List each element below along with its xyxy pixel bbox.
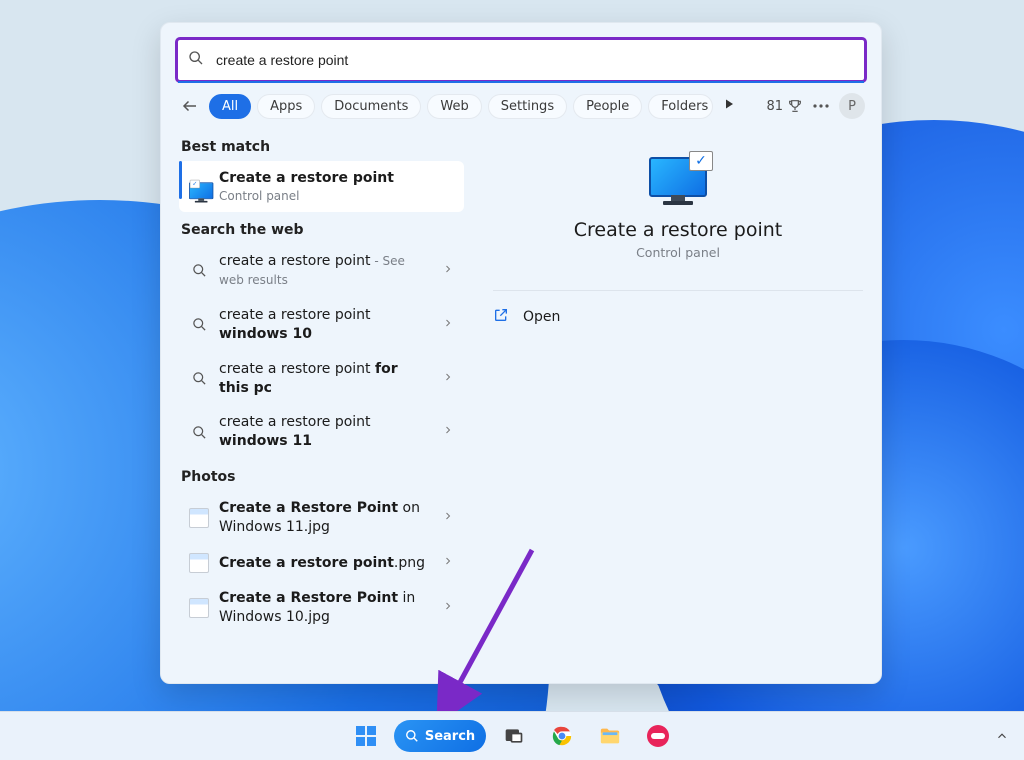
preview-subtitle: Control panel <box>636 245 720 260</box>
filter-settings[interactable]: Settings <box>488 94 567 119</box>
image-thumbnail-icon <box>189 553 209 573</box>
search-icon <box>189 261 209 281</box>
photo-result[interactable]: Create a restore point.png <box>179 545 464 581</box>
taskbar-search-button[interactable]: Search <box>394 720 486 752</box>
photo-result[interactable]: Create a Restore Point on Windows 11.jpg <box>179 491 464 545</box>
chevron-right-icon <box>442 317 454 333</box>
section-search-web: Search the web <box>181 222 464 238</box>
preview-pane: ✓ Create a restore point Control panel O… <box>474 125 881 683</box>
filter-people[interactable]: People <box>573 94 642 119</box>
filter-web[interactable]: Web <box>427 94 481 119</box>
web-result-text: create a restore point windows 10 <box>219 306 432 344</box>
chevron-up-icon <box>995 729 1009 743</box>
explorer-button[interactable] <box>590 716 630 756</box>
taskbar-search-label: Search <box>425 729 475 744</box>
tray-expand-button[interactable] <box>990 724 1014 748</box>
filter-documents[interactable]: Documents <box>321 94 421 119</box>
task-view-button[interactable] <box>494 716 534 756</box>
open-label: Open <box>523 309 560 325</box>
search-icon <box>189 315 209 335</box>
best-match-title: Create a restore point <box>219 169 454 188</box>
preview-divider <box>493 290 863 291</box>
search-input[interactable] <box>214 51 854 69</box>
open-external-icon <box>493 307 509 327</box>
preview-monitor-icon: ✓ <box>649 157 707 205</box>
image-thumbnail-icon <box>189 598 209 618</box>
more-button[interactable] <box>809 94 833 118</box>
web-result[interactable]: create a restore point windows 11 <box>179 405 464 459</box>
chevron-right-icon <box>442 424 454 440</box>
section-photos: Photos <box>181 469 464 485</box>
search-flyout: All Apps Documents Web Settings People F… <box>160 22 882 684</box>
web-result[interactable]: create a restore point - See web results <box>179 244 464 298</box>
search-icon <box>189 369 209 389</box>
monitor-icon: ✓ <box>189 177 209 197</box>
task-view-icon <box>504 726 524 746</box>
web-result-text: create a restore point for this pc <box>219 360 432 398</box>
web-result-text: create a restore point windows 11 <box>219 413 432 451</box>
windows-logo-icon <box>356 726 376 746</box>
chevron-right-icon <box>442 371 454 387</box>
photo-result-text: Create a Restore Point on Windows 11.jpg <box>219 499 432 537</box>
web-result[interactable]: create a restore point for this pc <box>179 352 464 406</box>
folder-icon <box>599 726 621 746</box>
chevron-right-icon <box>442 510 454 526</box>
image-thumbnail-icon <box>189 508 209 528</box>
best-match-subtitle: Control panel <box>219 188 454 204</box>
preview-title: Create a restore point <box>574 219 783 241</box>
section-best-match: Best match <box>181 139 464 155</box>
photo-result[interactable]: Create a Restore Point in Windows 10.jpg <box>179 581 464 635</box>
filter-bar: All Apps Documents Web Settings People F… <box>161 83 881 125</box>
web-result[interactable]: create a restore point windows 10 <box>179 298 464 352</box>
filter-folders[interactable]: Folders <box>648 94 713 119</box>
search-icon <box>405 729 419 743</box>
web-result-text: create a restore point - See web results <box>219 252 432 290</box>
photo-result-text: Create a restore point.png <box>219 554 432 573</box>
filter-all[interactable]: All <box>209 94 251 119</box>
best-match-result[interactable]: ✓ Create a restore point Control panel <box>179 161 464 212</box>
search-bar[interactable] <box>177 39 865 81</box>
start-button[interactable] <box>346 716 386 756</box>
filter-scroll-right[interactable] <box>719 98 739 114</box>
chrome-icon <box>551 725 573 747</box>
chevron-right-icon <box>442 555 454 571</box>
filter-apps[interactable]: Apps <box>257 94 315 119</box>
photo-result-text: Create a Restore Point in Windows 10.jpg <box>219 589 432 627</box>
taskbar: Search <box>0 711 1024 760</box>
rewards-count[interactable]: 81 <box>766 98 803 114</box>
search-icon <box>188 50 204 70</box>
open-action[interactable]: Open <box>491 299 865 335</box>
opera-icon <box>647 725 669 747</box>
chevron-right-icon <box>442 600 454 616</box>
selection-indicator <box>179 161 182 199</box>
chrome-button[interactable] <box>542 716 582 756</box>
chevron-right-icon <box>442 263 454 279</box>
profile-avatar[interactable]: P <box>839 93 865 119</box>
trophy-icon <box>787 98 803 114</box>
back-button[interactable] <box>177 93 203 119</box>
results-column: Best match ✓ Create a restore point Cont… <box>161 125 474 683</box>
app-button[interactable] <box>638 716 678 756</box>
search-icon <box>189 422 209 442</box>
